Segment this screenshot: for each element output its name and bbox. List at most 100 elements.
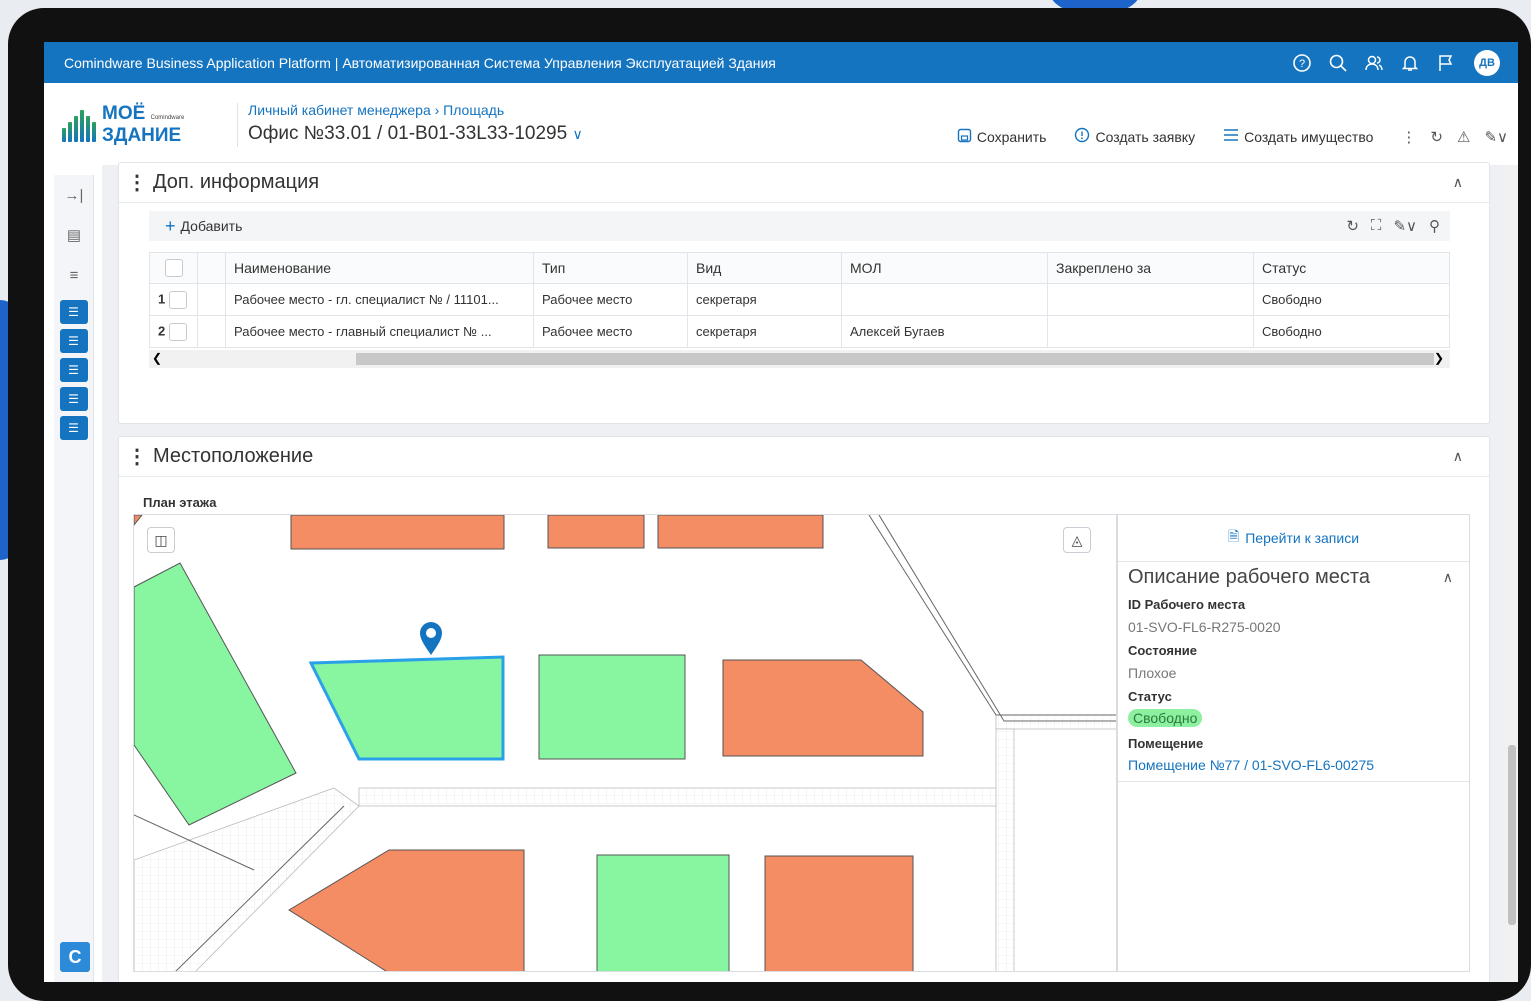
search-icon[interactable]: ⚲ — [1429, 217, 1440, 235]
drag-handle-icon[interactable]: ⋮ — [127, 170, 147, 195]
logo-bars-icon — [62, 108, 96, 142]
floor-plan-map[interactable]: ◫ ◬ — [133, 514, 1117, 972]
description-title[interactable]: Описание рабочего места ∧ — [1118, 562, 1469, 589]
edit-dropdown-icon[interactable]: ✎∨ — [1484, 128, 1508, 146]
create-property-button[interactable]: Создать имущество — [1223, 128, 1373, 146]
flag-icon[interactable] — [1436, 53, 1456, 73]
refresh-icon[interactable]: ↻ — [1430, 128, 1443, 146]
tablet-frame: Comindware Business Application Platform… — [8, 8, 1531, 1001]
map-pin-icon[interactable] — [420, 622, 442, 655]
grid-toolbar: + Добавить ↻ ⛶ ✎∨ ⚲ — [149, 211, 1450, 241]
chevron-up-icon[interactable]: ∧ — [1443, 569, 1453, 586]
panel-left-icon[interactable]: ◫ — [147, 527, 175, 553]
column-header[interactable]: Тип — [533, 252, 688, 284]
help-icon[interactable]: ? — [1292, 53, 1312, 73]
scroll-left-icon[interactable]: ❮ — [152, 351, 162, 365]
room-free[interactable] — [538, 654, 686, 760]
cell-assigned — [1047, 283, 1254, 316]
table-row[interactable]: 2 Рабочее место - главный специалист № .… — [149, 315, 1450, 348]
search-icon[interactable] — [1328, 53, 1348, 73]
extra-info-header[interactable]: ⋮ Доп. информация ∧ — [119, 163, 1489, 203]
fullscreen-icon[interactable]: ⛶ — [1371, 217, 1382, 235]
column-header[interactable]: Вид — [687, 252, 842, 284]
drag-handle-icon[interactable]: ⋮ — [127, 444, 147, 469]
comindware-c-icon[interactable]: C — [60, 942, 90, 972]
cell-name[interactable]: Рабочее место - главный специалист № ... — [225, 315, 534, 348]
room-occupied[interactable] — [288, 849, 525, 972]
checklist-icon[interactable]: ≡ — [54, 255, 94, 295]
cell-name[interactable]: Рабочее место - гл. специалист № / 11101… — [225, 283, 534, 316]
warning-icon[interactable]: ⚠ — [1457, 128, 1470, 146]
sidebar-item-section-4[interactable]: ☰ — [59, 387, 88, 411]
status-label: Статус — [1128, 689, 1172, 704]
page-header: МОЁ Comindware ЗДАНИЕ Личный кабинет мен… — [44, 83, 1518, 165]
room-occupied[interactable] — [764, 855, 914, 972]
create-request-label: Создать заявку — [1095, 129, 1196, 145]
chevron-down-icon[interactable]: ∨ — [572, 126, 582, 142]
record-toolbar: Сохранить Создать заявку Создать имущест… — [929, 127, 1508, 147]
logo-line2: ЗДАНИЕ — [102, 125, 182, 146]
column-header[interactable]: Наименование — [225, 252, 534, 284]
refresh-icon[interactable]: ↻ — [1346, 217, 1359, 235]
room-occupied[interactable] — [722, 659, 924, 757]
extra-info-panel: ⋮ Доп. информация ∧ + Добавить ↻ ⛶ ✎∨ ⚲ — [118, 162, 1490, 424]
row-marker-header — [197, 252, 226, 284]
table-header-row: Наименование Тип Вид МОЛ Закреплено за С… — [149, 252, 1450, 284]
page-title[interactable]: Офис №33.01 / 01-B01-33L33-10295 ∨ — [248, 123, 583, 145]
more-vertical-icon[interactable]: ⋮ — [1401, 128, 1416, 146]
column-header[interactable]: МОЛ — [841, 252, 1048, 284]
save-button[interactable]: Сохранить — [957, 128, 1046, 147]
sidebar-item-section-1[interactable]: ☰ — [59, 300, 88, 324]
page-vertical-scrollbar[interactable] — [1506, 165, 1518, 982]
bell-icon[interactable] — [1400, 53, 1420, 73]
room-selected[interactable] — [308, 655, 505, 761]
id-label: ID Рабочего места — [1128, 597, 1246, 612]
monitor-icon[interactable]: ▤ — [54, 215, 94, 255]
avatar[interactable]: ДВ — [1474, 49, 1500, 76]
column-header[interactable]: Статус — [1253, 252, 1450, 284]
location-header[interactable]: ⋮ Местоположение ∧ — [119, 437, 1489, 477]
room-occupied[interactable] — [657, 515, 824, 549]
status-badge: Свободно — [1128, 709, 1203, 727]
add-button[interactable]: Добавить — [181, 218, 243, 234]
panel-right-icon[interactable]: ◬ — [1063, 527, 1091, 553]
cell-status: Свободно — [1253, 283, 1450, 316]
collapse-sidebar-icon[interactable]: →| — [54, 175, 94, 215]
create-request-button[interactable]: Создать заявку — [1074, 127, 1195, 147]
room-occupied[interactable] — [134, 515, 143, 526]
sidebar-item-section-3[interactable]: ☰ — [59, 358, 88, 382]
location-title: Местоположение — [153, 445, 314, 467]
room-link[interactable]: Помещение №77 / 01-SVO-FL6-00275 — [1118, 757, 1469, 773]
edit-dropdown-icon[interactable]: ✎∨ — [1393, 217, 1417, 235]
create-property-label: Создать имущество — [1244, 129, 1374, 145]
sidebar-item-section-5[interactable]: ☰ — [59, 416, 88, 440]
logo-brand-small: Comindware — [150, 115, 185, 121]
row-checkbox[interactable] — [168, 290, 187, 309]
brand-logo[interactable]: МОЁ Comindware ЗДАНИЕ — [62, 103, 222, 147]
cell-type: Рабочее место — [533, 283, 688, 316]
breadcrumb[interactable]: Личный кабинет менеджера › Площадь — [248, 102, 504, 118]
room-occupied[interactable] — [547, 515, 645, 549]
table-row[interactable]: 1 Рабочее место - гл. специалист № / 111… — [149, 283, 1450, 316]
chevron-up-icon[interactable]: ∧ — [1453, 174, 1463, 191]
floor-plan-label: План этажа — [143, 495, 217, 510]
select-all-cell[interactable] — [149, 252, 198, 284]
row-checkbox[interactable] — [168, 322, 187, 341]
plus-icon[interactable]: + — [165, 216, 176, 237]
floor-plan-canvas — [134, 515, 1116, 972]
room-free[interactable] — [596, 854, 730, 972]
goto-record-link[interactable]: 🗎 Перейти к записи — [1118, 515, 1469, 562]
scroll-right-icon[interactable]: ❯ — [1434, 351, 1444, 365]
room-free[interactable] — [134, 562, 297, 826]
users-icon[interactable] — [1364, 53, 1384, 73]
select-all-checkbox[interactable] — [164, 259, 183, 278]
scrollbar-thumb[interactable] — [1508, 745, 1516, 925]
room-occupied[interactable] — [290, 515, 505, 550]
chevron-up-icon[interactable]: ∧ — [1453, 448, 1463, 465]
page-title-text: Офис №33.01 / 01-B01-33L33-10295 — [248, 123, 568, 144]
sidebar-item-section-2[interactable]: ☰ — [59, 329, 88, 353]
cell-kind: секретаря — [687, 315, 842, 348]
table-horizontal-scrollbar[interactable]: ❮ ❯ — [149, 350, 1450, 368]
column-header[interactable]: Закреплено за — [1047, 252, 1254, 284]
scrollbar-thumb[interactable] — [356, 353, 1434, 365]
